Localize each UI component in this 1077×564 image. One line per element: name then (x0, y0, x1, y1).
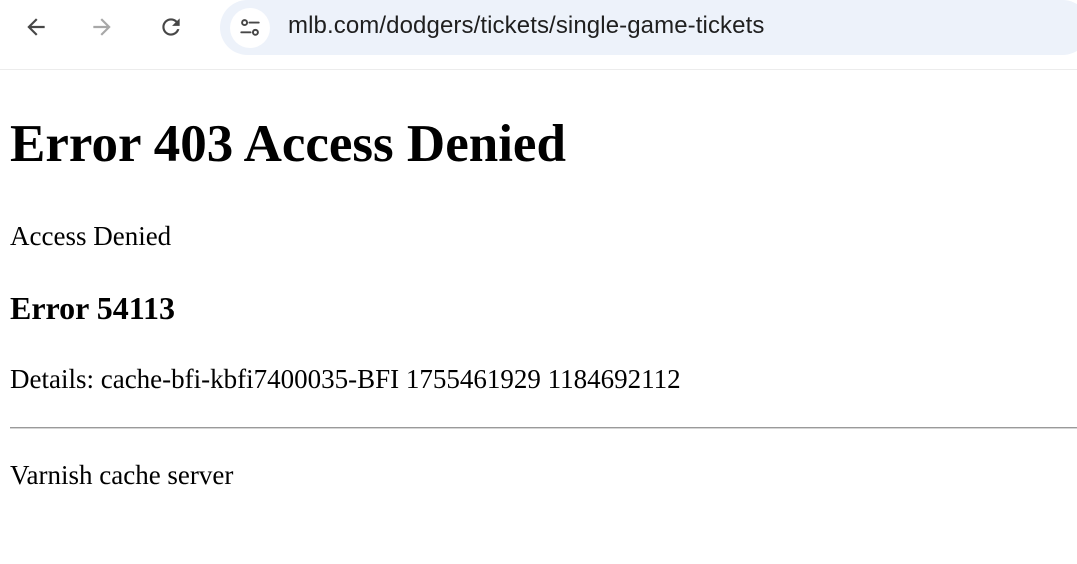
tune-icon (240, 19, 260, 36)
url-text[interactable]: mlb.com/dodgers/tickets/single-game-tick… (288, 12, 764, 40)
page-title: Error 403 Access Denied (10, 115, 566, 173)
server-footer: Varnish cache server (10, 460, 234, 490)
arrow-right-icon (93, 18, 111, 36)
browser-toolbar: mlb.com/dodgers/tickets/single-game-tick… (0, 0, 1077, 70)
address-bar[interactable]: mlb.com/dodgers/tickets/single-game-tick… (220, 0, 1077, 55)
site-info-button[interactable] (230, 8, 270, 48)
reload-button[interactable] (153, 9, 189, 45)
arrow-left-icon (27, 18, 45, 36)
error-details: Details: cache-bfi-kbfi7400035-BFI 17554… (10, 364, 681, 394)
error-code-heading: Error 54113 (10, 290, 176, 326)
error-message: Access Denied (10, 221, 172, 251)
reload-icon (162, 18, 180, 36)
divider (10, 427, 1077, 429)
back-button[interactable] (18, 9, 54, 45)
forward-button[interactable] (84, 9, 120, 45)
